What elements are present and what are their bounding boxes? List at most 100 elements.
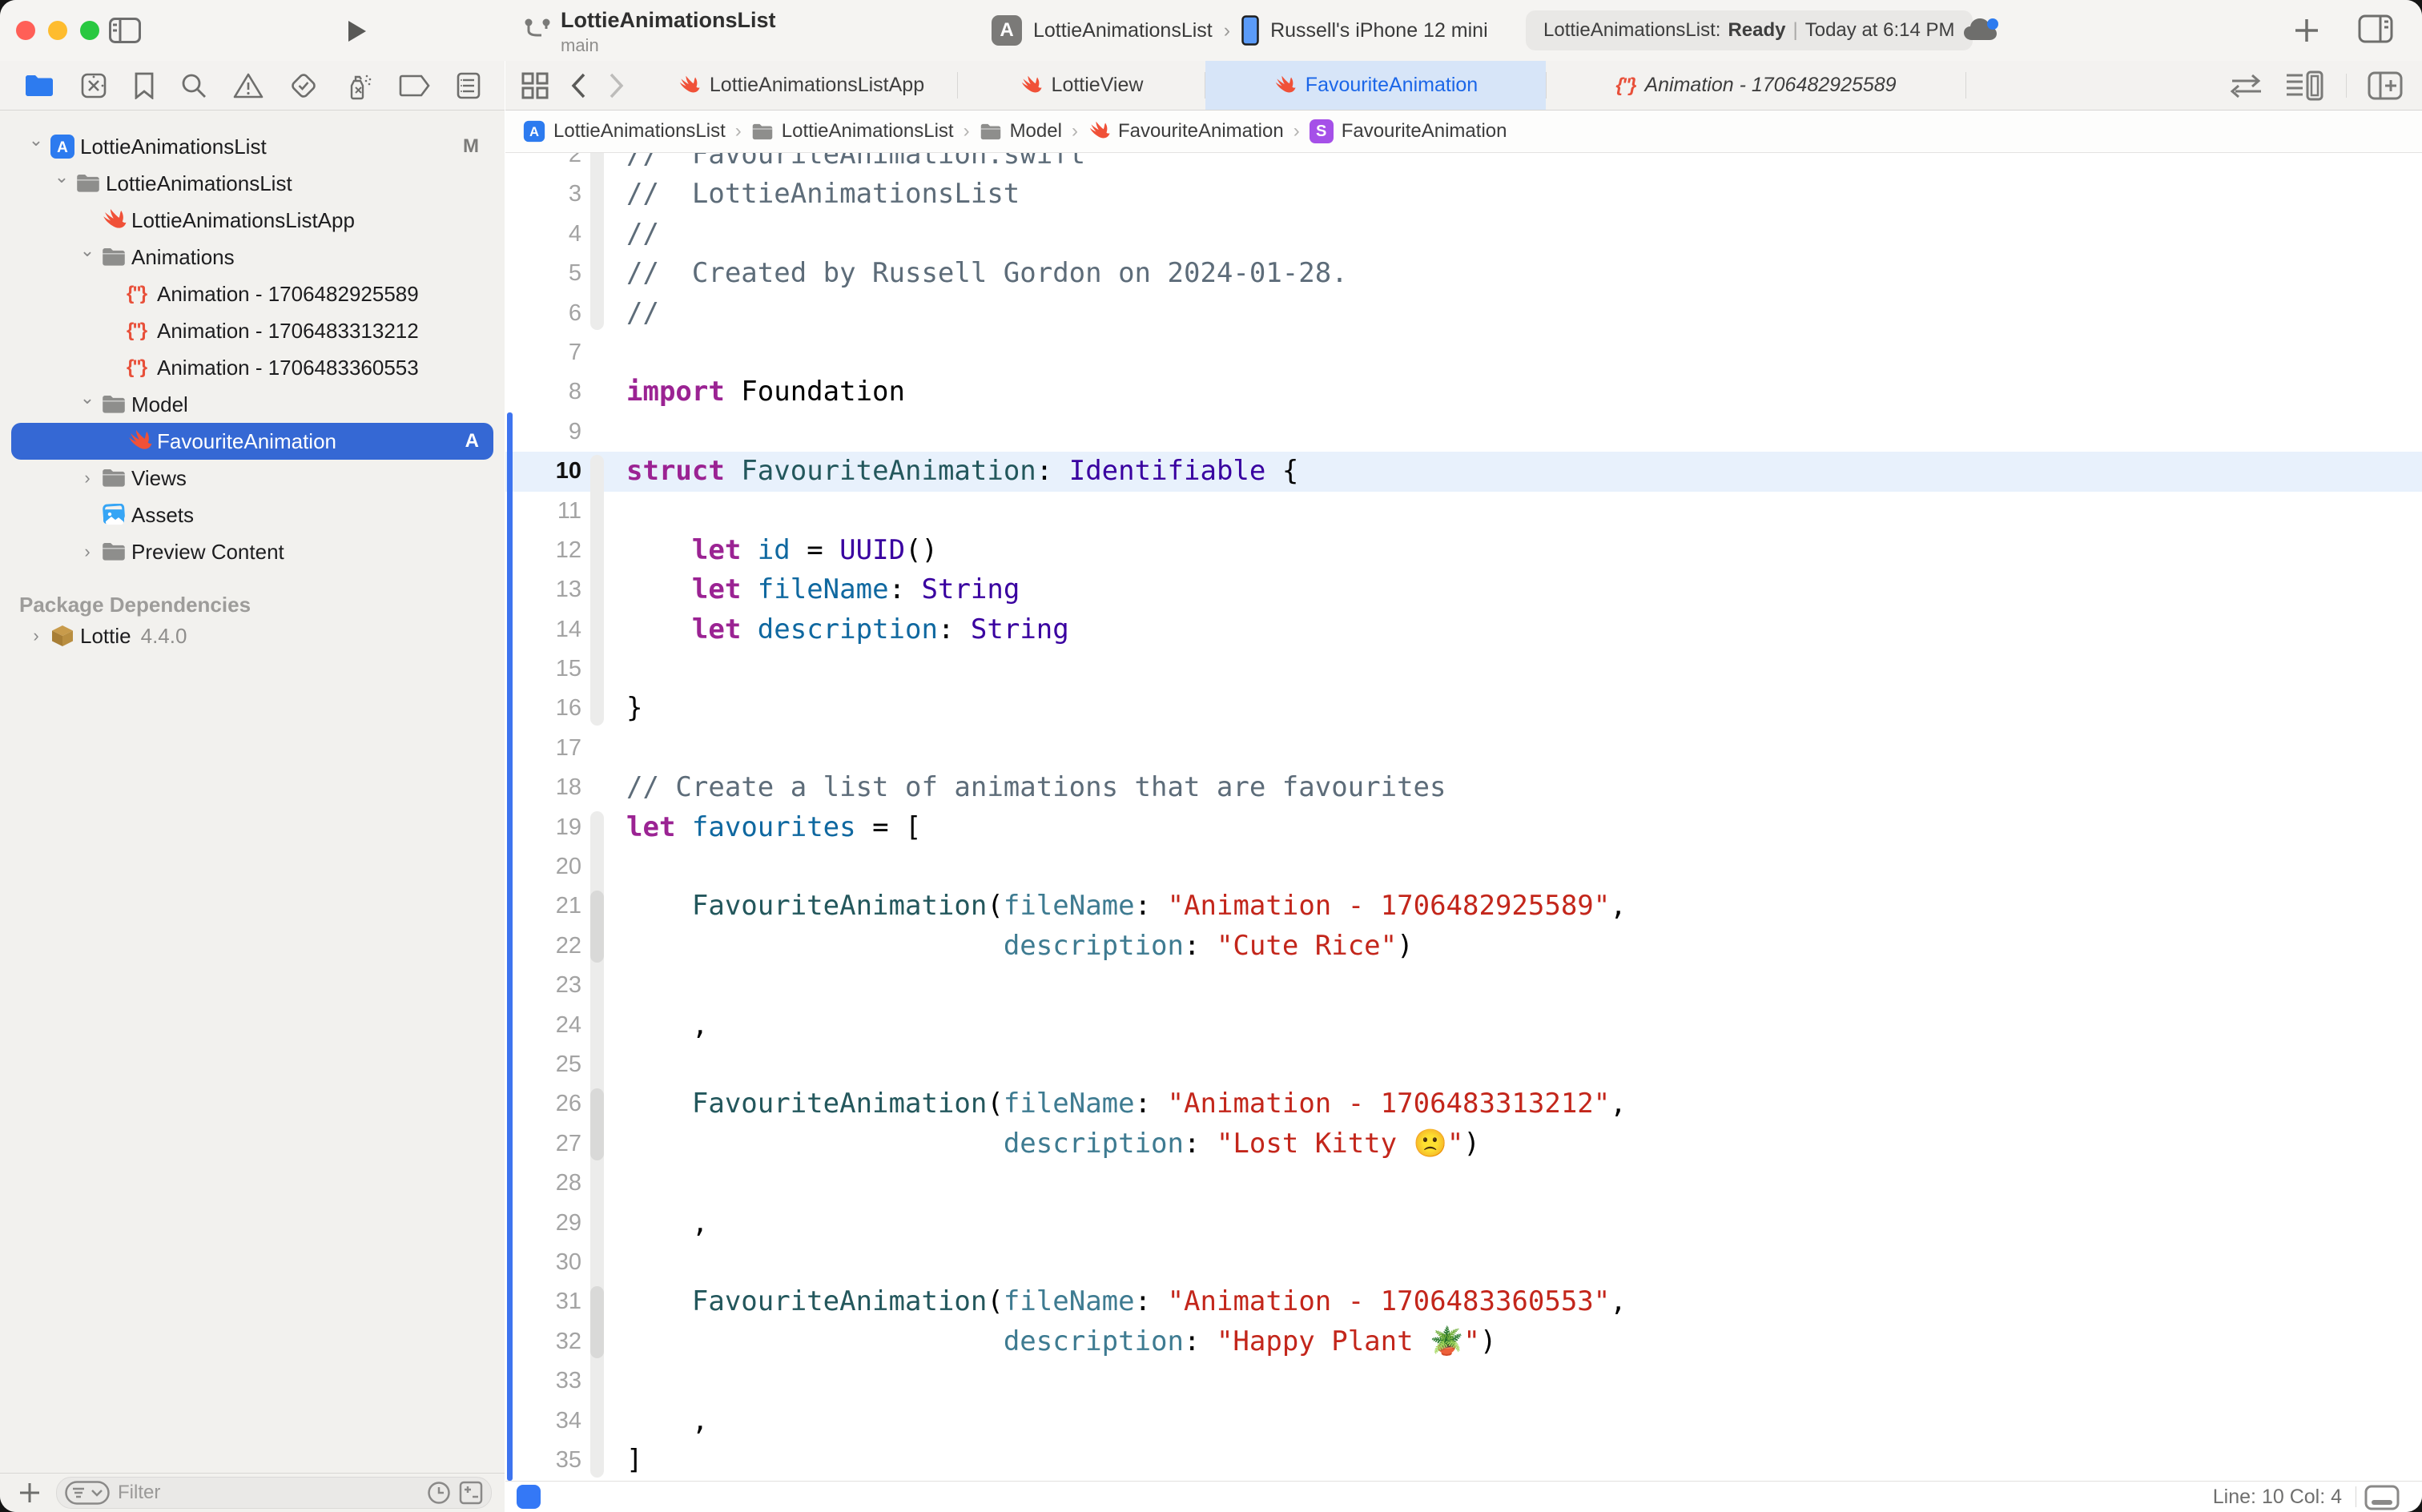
code-line-28[interactable]: 28	[505, 1164, 2422, 1203]
tests-icon[interactable]	[289, 71, 318, 100]
cloud-sync-icon[interactable]	[1961, 14, 2002, 46]
sidebar-item-assets[interactable]: Assets	[11, 497, 493, 533]
sidebar-item-model[interactable]: ⌄Model	[11, 386, 493, 423]
code-line-9[interactable]: 9	[505, 412, 2422, 452]
source-editor[interactable]: 2// FavouriteAnimation.swift3// LottieAn…	[505, 153, 2422, 1481]
tab-overview-icon[interactable]	[521, 72, 549, 99]
line-column-indicator[interactable]: Line: 10 Col: 4	[2213, 1482, 2342, 1512]
toggle-debug-area-icon[interactable]	[2364, 1485, 2400, 1510]
go-back-icon[interactable]	[569, 71, 587, 100]
zoom-window-button[interactable]	[80, 21, 99, 40]
breakpoints-icon[interactable]	[399, 74, 431, 97]
code-line-11[interactable]: 11	[505, 492, 2422, 531]
disclosure-open-icon[interactable]: ⌄	[77, 240, 98, 261]
disclosure-open-icon[interactable]: ⌄	[77, 388, 98, 408]
code-line-35[interactable]: 35]	[505, 1441, 2422, 1480]
toggle-sidebar-icon[interactable]	[109, 18, 141, 43]
bookmarks-icon[interactable]	[134, 72, 155, 99]
code-line-27[interactable]: 27 description: "Lost Kitty 🙁")	[505, 1124, 2422, 1164]
code-fold-ribbon[interactable]	[590, 455, 604, 726]
code-line-2[interactable]: 2// FavouriteAnimation.swift	[505, 153, 2422, 175]
sidebar-item-lottie-package[interactable]: ›Lottie4.4.0	[11, 617, 493, 654]
tab-animation-1706482925589[interactable]: {"}Animation - 1706482925589	[1547, 61, 1965, 110]
code-fold-ribbon[interactable]	[590, 153, 604, 330]
tab-lottieanimationslistapp[interactable]: LottieAnimationsListApp	[645, 61, 957, 110]
code-line-24[interactable]: 24 ,	[505, 1006, 2422, 1045]
source-control-icon[interactable]	[80, 72, 107, 99]
code-line-16[interactable]: 16}	[505, 689, 2422, 728]
code-line-14[interactable]: 14 let description: String	[505, 610, 2422, 649]
recent-files-icon[interactable]	[427, 1481, 451, 1505]
code-fold-ribbon[interactable]	[590, 1088, 604, 1161]
tab-favouriteanimation[interactable]: FavouriteAnimation	[1205, 61, 1546, 110]
code-line-6[interactable]: 6//	[505, 294, 2422, 333]
code-line-20[interactable]: 20	[505, 847, 2422, 887]
debug-icon[interactable]	[344, 71, 373, 100]
code-fold-ribbon[interactable]	[590, 891, 604, 963]
find-icon[interactable]	[180, 72, 207, 99]
code-line-3[interactable]: 3// LottieAnimationsList	[505, 175, 2422, 214]
code-line-23[interactable]: 23	[505, 966, 2422, 1005]
code-line-21[interactable]: 21 FavouriteAnimation(fileName: "Animati…	[505, 887, 2422, 926]
sidebar-item-views[interactable]: ›Views	[11, 460, 493, 497]
add-editor-icon[interactable]	[2368, 71, 2403, 100]
code-line-13[interactable]: 13 let fileName: String	[505, 570, 2422, 609]
code-line-12[interactable]: 12 let id = UUID()	[505, 531, 2422, 570]
disclosure-closed-icon[interactable]: ›	[77, 541, 98, 562]
code-line-31[interactable]: 31 FavouriteAnimation(fileName: "Animati…	[505, 1282, 2422, 1321]
code-line-8[interactable]: 8import Foundation	[505, 372, 2422, 412]
sidebar-item-favouriteanimation[interactable]: FavouriteAnimationA	[11, 423, 493, 460]
code-line-15[interactable]: 15	[505, 649, 2422, 689]
code-line-7[interactable]: 7	[505, 333, 2422, 372]
disclosure-open-icon[interactable]: ⌄	[51, 167, 72, 187]
scheme-selector[interactable]: A LottieAnimationsList › Russell's iPhon…	[992, 11, 1488, 50]
scheme-name[interactable]: LottieAnimationsList	[1033, 19, 1213, 42]
run-destination[interactable]: Russell's iPhone 12 mini	[1270, 19, 1488, 42]
code-line-32[interactable]: 32 description: "Happy Plant 🪴")	[505, 1322, 2422, 1361]
code-line-29[interactable]: 29 ,	[505, 1204, 2422, 1243]
sidebar-item-lottieanimationslistapp[interactable]: LottieAnimationsListApp	[11, 202, 493, 239]
issues-icon[interactable]	[233, 72, 264, 99]
filter-input[interactable]: Filter	[56, 1477, 492, 1509]
disclosure-closed-icon[interactable]: ›	[26, 625, 46, 646]
minimize-window-button[interactable]	[48, 21, 67, 40]
code-line-10[interactable]: 10struct FavouriteAnimation: Identifiabl…	[505, 452, 2422, 491]
close-window-button[interactable]	[16, 21, 35, 40]
editor-options-chip[interactable]	[517, 1485, 541, 1509]
code-line-17[interactable]: 17	[505, 729, 2422, 768]
code-line-33[interactable]: 33	[505, 1361, 2422, 1401]
breadcrumb-item[interactable]: SFavouriteAnimation	[1310, 119, 1507, 143]
code-line-22[interactable]: 22 description: "Cute Rice")	[505, 927, 2422, 966]
reports-icon[interactable]	[457, 72, 481, 99]
breadcrumb-item[interactable]: ALottieAnimationsList	[523, 120, 726, 143]
project-navigator-icon[interactable]	[24, 74, 54, 98]
disclosure-closed-icon[interactable]: ›	[77, 468, 98, 489]
breadcrumb-item[interactable]: Model	[980, 120, 1062, 143]
sidebar-item-animation-1706483360553[interactable]: {"}Animation - 1706483360553	[11, 349, 493, 386]
code-line-30[interactable]: 30	[505, 1243, 2422, 1282]
add-file-icon[interactable]	[18, 1481, 42, 1505]
code-line-5[interactable]: 5// Created by Russell Gordon on 2024-01…	[505, 254, 2422, 293]
breadcrumb-item[interactable]: LottieAnimationsList	[751, 120, 954, 143]
sidebar-item-animation-1706482925589[interactable]: {"}Animation - 1706482925589	[11, 275, 493, 312]
source-control-filter-icon[interactable]	[459, 1481, 483, 1505]
toggle-inspector-icon[interactable]	[2358, 14, 2393, 43]
sidebar-item-preview-content[interactable]: ›Preview Content	[11, 533, 493, 570]
sidebar-item-lottieanimationslist[interactable]: ⌄LottieAnimationsList	[11, 165, 493, 202]
library-add-icon[interactable]	[2292, 16, 2321, 45]
sidebar-item-animation-1706483313212[interactable]: {"}Animation - 1706483313212	[11, 312, 493, 349]
tab-lottieview[interactable]: LottieView	[958, 61, 1205, 110]
code-fold-ribbon[interactable]	[590, 1286, 604, 1359]
editor-options-icon[interactable]	[2285, 70, 2325, 101]
sidebar-item-lottieanimationslist[interactable]: ⌄ALottieAnimationsListM	[11, 128, 493, 165]
disclosure-open-icon[interactable]: ⌄	[26, 130, 46, 151]
code-line-4[interactable]: 4//	[505, 215, 2422, 254]
code-line-26[interactable]: 26 FavouriteAnimation(fileName: "Animati…	[505, 1084, 2422, 1124]
run-button[interactable]	[343, 18, 370, 45]
sidebar-item-animations[interactable]: ⌄Animations	[11, 239, 493, 275]
code-line-25[interactable]: 25	[505, 1045, 2422, 1084]
go-forward-icon[interactable]	[608, 71, 626, 100]
swap-editors-icon[interactable]	[2229, 72, 2264, 99]
code-line-34[interactable]: 34 ,	[505, 1401, 2422, 1441]
code-line-19[interactable]: 19let favourites = [	[505, 808, 2422, 847]
